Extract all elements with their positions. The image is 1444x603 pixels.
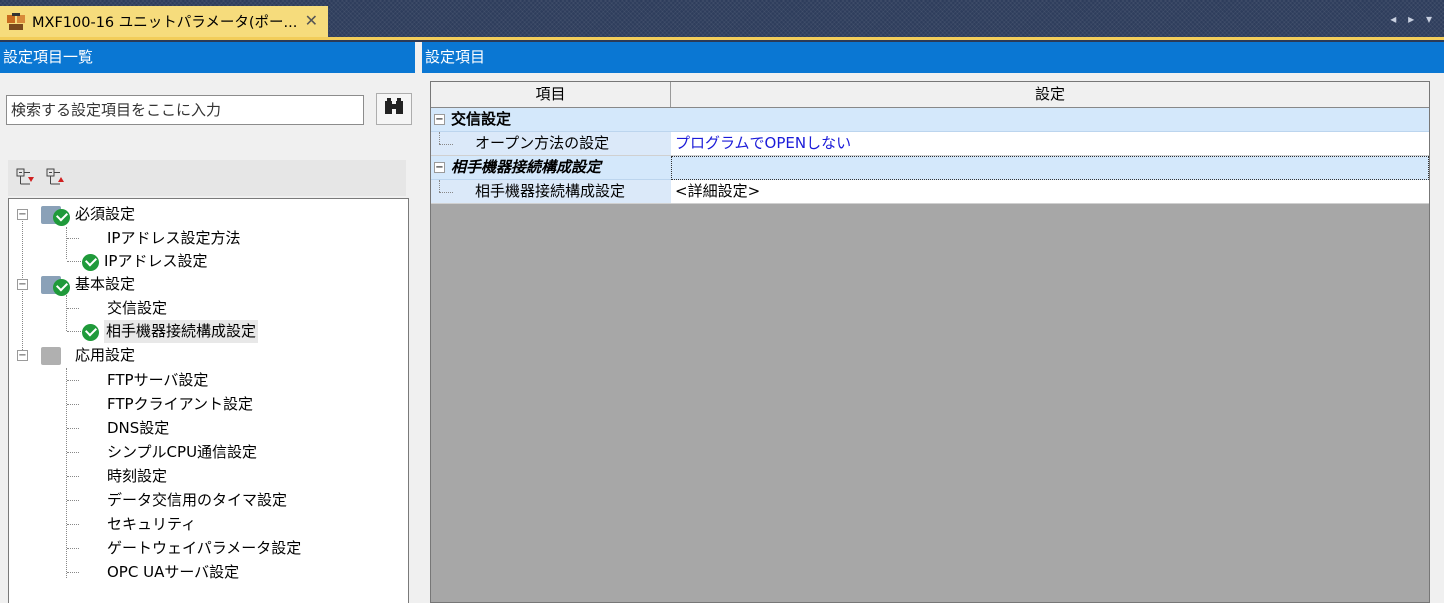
collapse-toggle[interactable]: − [17, 209, 28, 220]
tree-connector [67, 404, 79, 405]
tree-node-label: 時刻設定 [107, 467, 168, 485]
tree-connector [67, 572, 79, 573]
collapse-toggle[interactable]: − [17, 350, 28, 361]
group-value-cell [671, 156, 1429, 180]
column-header-setting[interactable]: 設定 [671, 82, 1429, 107]
tree-connector [67, 452, 79, 453]
grid-item-row[interactable]: 相手機器接続構成設定 <詳細設定> [431, 180, 1429, 204]
tree-connector [67, 380, 79, 381]
tree-node-label: FTPサーバ設定 [107, 371, 209, 389]
tree-node-ftp-server[interactable]: FTPサーバ設定 [9, 369, 399, 392]
check-icon [53, 209, 70, 226]
item-label: 相手機器接続構成設定 [475, 182, 626, 200]
tree-connector [67, 428, 79, 429]
tree-node-label: IPアドレス設定 [104, 252, 208, 270]
tree-node-label: 必須設定 [75, 205, 136, 223]
grid-group-row[interactable]: − 相手機器接続構成設定 [431, 156, 1429, 180]
check-icon [82, 324, 99, 341]
document-tab-strip: MXF100-16 ユニットパラメータ(ポー... ✕ ◂ ▸ ▾ [0, 0, 1444, 40]
tree-connector [67, 308, 79, 309]
tree-node-applied-settings[interactable]: − 応用設定 [9, 344, 399, 367]
tree-node-label: FTPクライアント設定 [107, 395, 253, 413]
tree-node-simple-cpu[interactable]: シンプルCPU通信設定 [9, 441, 399, 464]
grid-connector [439, 144, 453, 145]
column-header-item[interactable]: 項目 [431, 82, 671, 107]
panel-splitter[interactable] [415, 42, 422, 603]
tree-node-required-settings[interactable]: − 必須設定 [9, 203, 399, 226]
tree-node-label: ゲートウェイパラメータ設定 [107, 539, 302, 557]
check-icon [53, 279, 70, 296]
item-label-cell: 相手機器接続構成設定 [431, 180, 671, 204]
grid-connector [439, 192, 453, 193]
collapse-toggle[interactable]: − [434, 162, 445, 173]
tree-node-label: 応用設定 [75, 346, 136, 364]
expand-all-icon[interactable] [16, 168, 36, 188]
tree-node-label: シンプルCPU通信設定 [107, 443, 258, 461]
module-icon [7, 12, 25, 30]
search-input[interactable] [6, 95, 364, 125]
tree-connector [67, 476, 79, 477]
tree-node-gateway[interactable]: ゲートウェイパラメータ設定 [9, 537, 399, 560]
tree-node-opc-ua[interactable]: OPC UAサーバ設定 [9, 561, 399, 584]
settings-grid[interactable]: 項目 設定 − 交信設定 オープン方法の設定 プログラムでOPENしない − 相… [430, 81, 1430, 603]
grid-item-row[interactable]: オープン方法の設定 プログラムでOPENしない [431, 132, 1429, 156]
tree-node-label: IPアドレス設定方法 [107, 229, 241, 247]
group-label: 相手機器接続構成設定 [451, 158, 602, 176]
group-label-cell: − 交信設定 [431, 108, 671, 132]
tree-node-ip-address-setting[interactable]: IPアドレス設定 [9, 250, 399, 273]
group-label-cell: − 相手機器接続構成設定 [431, 156, 671, 180]
tree-connector [67, 331, 81, 332]
item-value-cell[interactable]: <詳細設定> [671, 180, 1429, 204]
tree-connector [67, 548, 79, 549]
document-tab[interactable]: MXF100-16 ユニットパラメータ(ポー... ✕ [0, 6, 328, 37]
grid-connector [439, 180, 440, 192]
tree-node-label: 交信設定 [107, 299, 168, 317]
grid-connector [439, 132, 440, 144]
collapse-all-icon[interactable] [46, 168, 66, 188]
settings-tree[interactable]: − 必須設定 IPアドレス設定方法 IPアドレス設定 − 基本設定 交信設定 相… [8, 198, 409, 603]
tree-node-label: 相手機器接続構成設定 [104, 320, 259, 343]
item-label: オープン方法の設定 [475, 134, 610, 152]
tree-node-basic-settings[interactable]: − 基本設定 [9, 273, 399, 296]
tree-node-ip-address-method[interactable]: IPアドレス設定方法 [9, 227, 399, 250]
tree-connector [67, 261, 81, 262]
tree-connector [67, 500, 79, 501]
grid-header: 項目 設定 [431, 82, 1429, 108]
tree-node-label: データ交信用のタイマ設定 [107, 491, 288, 509]
tree-toolbar [8, 160, 406, 196]
collapse-toggle[interactable]: − [434, 114, 445, 125]
item-value-cell[interactable]: プログラムでOPENしない [671, 132, 1429, 156]
settings-list-header: 設定項目一覧 [0, 42, 415, 73]
settings-detail-header: 設定項目 [422, 42, 1444, 73]
tree-node-communication-settings[interactable]: 交信設定 [9, 297, 399, 320]
binoculars-icon [385, 98, 403, 114]
tree-node-label: 基本設定 [75, 275, 136, 293]
check-icon [82, 254, 99, 271]
tree-node-partner-device-settings[interactable]: 相手機器接続構成設定 [9, 320, 399, 343]
tree-connector [67, 238, 79, 239]
tab-navigation-arrows[interactable]: ◂ ▸ ▾ [1390, 12, 1436, 26]
item-label-cell: オープン方法の設定 [431, 132, 671, 156]
tree-node-label: DNS設定 [107, 419, 170, 437]
grid-group-row[interactable]: − 交信設定 [431, 108, 1429, 132]
tree-node-dns[interactable]: DNS設定 [9, 417, 399, 440]
group-value-cell [671, 108, 1429, 132]
tree-node-label: セキュリティ [107, 515, 197, 533]
search-button[interactable] [376, 93, 412, 125]
tab-title: MXF100-16 ユニットパラメータ(ポー... [32, 15, 298, 31]
tree-node-ftp-client[interactable]: FTPクライアント設定 [9, 393, 399, 416]
close-icon[interactable]: ✕ [305, 11, 318, 30]
tree-connector [67, 524, 79, 525]
tree-node-security[interactable]: セキュリティ [9, 513, 399, 536]
tree-node-clock[interactable]: 時刻設定 [9, 465, 399, 488]
group-label: 交信設定 [451, 110, 512, 128]
tree-node-label: OPC UAサーバ設定 [107, 563, 240, 581]
tree-node-timer[interactable]: データ交信用のタイマ設定 [9, 489, 399, 512]
collapse-toggle[interactable]: − [17, 279, 28, 290]
folder-icon [41, 347, 61, 365]
